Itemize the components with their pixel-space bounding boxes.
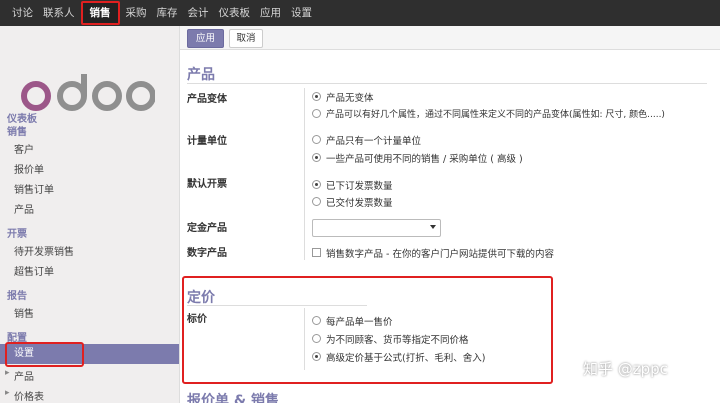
top-navbar: 讨论 联系人 销售 采购 库存 会计 仪表板 应用 设置 xyxy=(0,0,720,26)
sidebar-item-sales-report[interactable]: 销售 xyxy=(14,305,34,320)
option-variants: 产品可以有好几个属性，通过不同属性来定义不同的产品变体(属性如: 尺寸, 颜色.… xyxy=(326,110,665,120)
sidebar-item-pricelists[interactable]: 价格表 xyxy=(5,388,44,403)
menu-apps[interactable]: 应用 xyxy=(260,0,281,26)
radio-invoice-ordered[interactable] xyxy=(312,180,321,189)
sidebar-item-customers[interactable]: 客户 xyxy=(14,141,34,156)
settings-form: 产品 产品变体 产品无变体 产品可以有好几个属性，通过不同属性来定义不同的产品变… xyxy=(180,50,720,403)
pricing-highlight-box xyxy=(182,276,553,384)
section-title-quotations-sales: 报价单 & 销售 xyxy=(187,393,279,403)
label-default-invoicing: 默认开票 xyxy=(187,179,227,190)
option-multiple-uom: 一些产品可使用不同的销售 / 采购单位 ( 高级 ) xyxy=(326,154,523,165)
radio-multiple-uom[interactable] xyxy=(312,153,321,162)
top-menu: 讨论 联系人 销售 采购 库存 会计 仪表板 应用 设置 xyxy=(12,0,322,26)
control-bar: 应用 取消 xyxy=(180,26,720,50)
sidebar-item-orders-to-invoice[interactable]: 待开发票销售 xyxy=(14,243,74,258)
menu-dashboards[interactable]: 仪表板 xyxy=(219,0,251,26)
apply-button[interactable]: 应用 xyxy=(187,29,224,48)
radio-no-variants[interactable] xyxy=(312,92,321,101)
deposit-product-select[interactable] xyxy=(312,219,441,237)
radio-variants[interactable] xyxy=(312,109,321,118)
menu-sales[interactable]: 销售 xyxy=(80,1,120,25)
menu-purchase[interactable]: 采购 xyxy=(126,0,147,26)
radio-single-uom[interactable] xyxy=(312,135,321,144)
settings-highlight-box xyxy=(5,342,84,367)
section-title-products: 产品 xyxy=(187,67,215,83)
radio-invoice-delivered[interactable] xyxy=(312,197,321,206)
sidebar-item-config-products[interactable]: 产品 xyxy=(5,368,34,383)
option-invoice-delivered: 已交付发票数量 xyxy=(326,198,393,209)
checkbox-digital-product[interactable] xyxy=(312,248,321,257)
sidebar-header-sales: 销售 xyxy=(7,127,27,138)
menu-discuss[interactable]: 讨论 xyxy=(12,0,33,26)
watermark-text: 知乎 @zppc xyxy=(583,360,668,378)
label-product-variants: 产品变体 xyxy=(187,94,227,105)
field-divider xyxy=(304,88,305,260)
menu-accounting[interactable]: 会计 xyxy=(188,0,209,26)
sidebar-item-quotations[interactable]: 报价单 xyxy=(14,161,44,176)
menu-contacts[interactable]: 联系人 xyxy=(43,0,75,26)
section-divider xyxy=(187,83,707,84)
chevron-down-icon xyxy=(430,225,436,229)
sidebar-item-sales-orders[interactable]: 销售订单 xyxy=(14,181,54,196)
cancel-button[interactable]: 取消 xyxy=(229,29,263,48)
option-single-uom: 产品只有一个计量单位 xyxy=(326,136,422,147)
label-digital-product: 数字产品 xyxy=(187,248,227,259)
option-digital-product: 销售数字产品 - 在你的客户门户网站提供可下载的内容 xyxy=(326,249,554,260)
menu-settings[interactable]: 设置 xyxy=(291,0,312,26)
label-unit-of-measure: 计量单位 xyxy=(187,136,227,147)
label-deposit-product: 定金产品 xyxy=(187,223,227,234)
sidebar-item-upselling[interactable]: 超售订单 xyxy=(14,263,54,278)
option-no-variants: 产品无变体 xyxy=(326,93,374,104)
menu-inventory[interactable]: 库存 xyxy=(157,0,178,26)
sidebar-item-products[interactable]: 产品 xyxy=(14,201,34,216)
odoo-logo[interactable] xyxy=(20,74,155,114)
option-invoice-ordered: 已下订发票数量 xyxy=(326,181,393,192)
sidebar-header-invoicing: 开票 xyxy=(7,229,27,240)
sidebar-header-reporting: 报告 xyxy=(7,291,27,302)
